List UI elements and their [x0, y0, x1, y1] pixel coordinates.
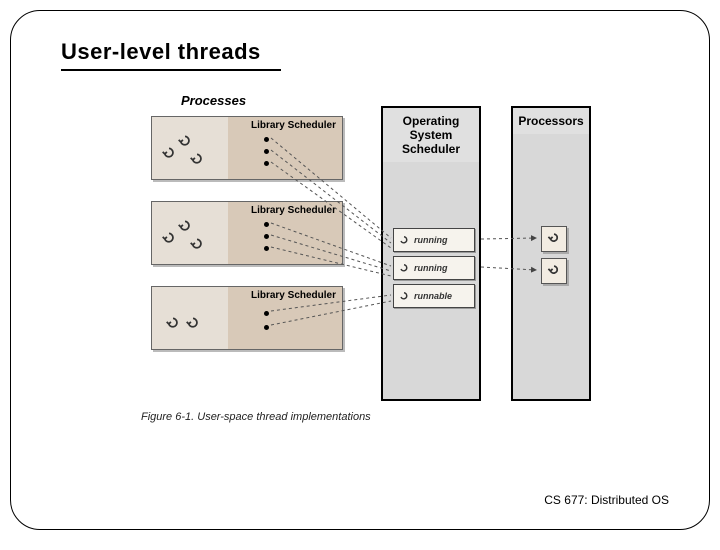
os-state-running-0: running: [393, 228, 475, 252]
processor-0: [541, 226, 567, 252]
os-scheduler-header: Operating System Scheduler: [383, 108, 479, 162]
process-box-1: Library Scheduler: [151, 201, 343, 265]
scheduler-slot-icon: [264, 311, 269, 316]
thread-icon: [162, 147, 176, 161]
scheduler-slot-icon: [264, 137, 269, 142]
thread-icon: [178, 220, 192, 234]
os-header-line1: Operating: [403, 114, 460, 128]
thread-icon: [162, 232, 176, 246]
library-scheduler-label-0: Library Scheduler: [251, 120, 336, 131]
library-scheduler-label-1: Library Scheduler: [251, 205, 336, 216]
os-header-line3: Scheduler: [402, 142, 460, 156]
figure-caption: Figure 6-1. User-space thread implementa…: [141, 411, 371, 423]
thread-icon: [178, 135, 192, 149]
thread-icon: [190, 153, 204, 167]
slide-footer: CS 677: Distributed OS: [544, 493, 669, 507]
thread-icon: [398, 262, 410, 274]
process-box-2: Library Scheduler: [151, 286, 343, 350]
scheduler-slot-icon: [264, 246, 269, 251]
thread-icon: [398, 290, 410, 302]
scheduler-slot-icon: [264, 234, 269, 239]
title-underline: [61, 69, 281, 71]
thread-icon: [166, 317, 180, 331]
state-label: running: [414, 235, 448, 245]
state-label: running: [414, 263, 448, 273]
os-state-running-1: running: [393, 256, 475, 280]
os-scheduler-column: Operating System Scheduler running runni…: [381, 106, 481, 401]
os-state-runnable: runnable: [393, 284, 475, 308]
processors-column: Processors: [511, 106, 591, 401]
scheduler-slot-icon: [264, 149, 269, 154]
thread-icon: [190, 238, 204, 252]
slide-title: User-level threads: [61, 39, 261, 65]
os-header-line2: System: [410, 128, 453, 142]
slide-frame: User-level threads Processes Library Sch…: [10, 10, 710, 530]
process-box-0: Library Scheduler: [151, 116, 343, 180]
figure: Processes Library Scheduler Library Sche…: [141, 111, 621, 431]
processor-1: [541, 258, 567, 284]
scheduler-slot-icon: [264, 222, 269, 227]
state-label: runnable: [414, 291, 452, 301]
thread-icon: [398, 234, 410, 246]
scheduler-slot-icon: [264, 161, 269, 166]
processes-header: Processes: [181, 93, 246, 108]
processors-header: Processors: [513, 108, 589, 134]
library-scheduler-label-2: Library Scheduler: [251, 290, 336, 301]
scheduler-slot-icon: [264, 325, 269, 330]
thread-icon: [186, 317, 200, 331]
processes-column: Processes Library Scheduler Library Sche…: [141, 111, 351, 401]
